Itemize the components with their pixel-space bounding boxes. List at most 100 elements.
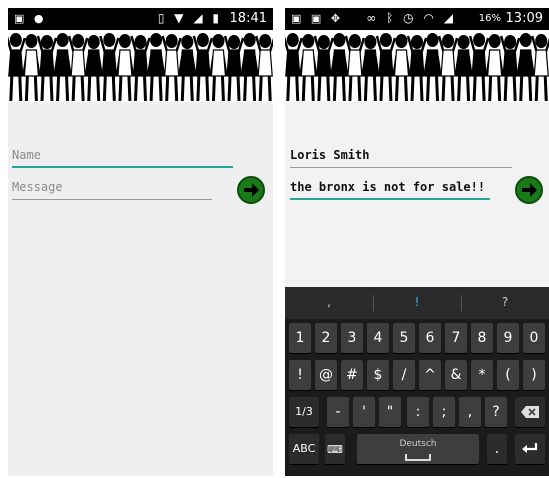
- crowd-figure: [146, 33, 166, 102]
- space-key-label: Deutsch: [399, 439, 437, 449]
- key[interactable]: 9: [497, 323, 519, 353]
- key[interactable]: ;: [433, 397, 455, 427]
- crowd-figure: [392, 34, 411, 102]
- crowd-figure: [361, 35, 380, 102]
- key[interactable]: #: [341, 360, 363, 390]
- crowd-banner: [8, 30, 273, 102]
- bluetooth-icon: ᛒ: [386, 11, 394, 25]
- keyboard-row-bottom: ABC ⌨ Deutsch .: [289, 434, 545, 464]
- key[interactable]: ,: [459, 397, 481, 427]
- vibrate-icon: ∞: [366, 11, 377, 25]
- crowd-figure: [130, 35, 151, 102]
- key[interactable]: 1: [289, 323, 311, 353]
- crowd-figure: [240, 33, 259, 102]
- crowd-figure: [375, 33, 397, 102]
- name-placeholder: Name: [12, 148, 41, 162]
- key[interactable]: ^: [419, 360, 441, 390]
- crowd-figure: [500, 35, 521, 102]
- key[interactable]: /: [393, 360, 415, 390]
- key[interactable]: 8: [471, 323, 493, 353]
- status-bar: ▣ ● ▯ ▼ ◢ ▮ 18:41: [8, 8, 273, 30]
- key[interactable]: 7: [445, 323, 467, 353]
- key[interactable]: -: [327, 397, 349, 427]
- crowd-figure: [115, 34, 135, 102]
- message-underline: [12, 199, 212, 200]
- key-abc[interactable]: ABC: [289, 434, 319, 464]
- status-right-icons: ∞ ᛒ ◷ ◠ ◢: [366, 11, 459, 25]
- enter-key[interactable]: [515, 434, 545, 464]
- crowd-figure: [285, 33, 303, 102]
- android-icon: ●: [33, 12, 44, 25]
- key[interactable]: 6: [419, 323, 441, 353]
- dropbox-icon: ✥: [330, 12, 341, 25]
- crowd-figure: [209, 34, 228, 102]
- message-field[interactable]: Message: [12, 180, 212, 200]
- key[interactable]: !: [289, 360, 311, 390]
- phone-screen-empty: ▣ ● ▯ ▼ ◢ ▮ 18:41 Name Message: [8, 8, 273, 476]
- crowd-figure: [454, 35, 473, 102]
- key[interactable]: ): [523, 360, 545, 390]
- crowd-figure: [8, 33, 26, 102]
- crowd-figure: [36, 35, 58, 102]
- backspace-key[interactable]: [515, 397, 545, 427]
- key-page-toggle[interactable]: 1/3: [289, 397, 319, 427]
- key[interactable]: ?: [485, 397, 507, 427]
- crowd-figure: [468, 33, 490, 102]
- key[interactable]: 4: [367, 323, 389, 353]
- crowd-figure: [423, 33, 442, 102]
- message-field[interactable]: the bronx is not for sale!!: [290, 180, 490, 200]
- keyboard-row-numbers: 1 2 3 4 5 6 7 8 9 0: [289, 323, 545, 353]
- emoji-key[interactable]: ⌨: [325, 434, 345, 464]
- key[interactable]: ": [379, 397, 401, 427]
- name-field[interactable]: Name: [12, 148, 233, 168]
- key[interactable]: 2: [315, 323, 337, 353]
- image-icon: ▣: [291, 12, 302, 25]
- key[interactable]: 5: [393, 323, 415, 353]
- soft-keyboard: , ! ? 1 2 3 4 5 6 7 8 9 0 ! @ # $ / ^ & …: [285, 287, 549, 476]
- message-placeholder: Message: [12, 180, 63, 194]
- crowd-figure: [67, 34, 89, 102]
- send-button[interactable]: [237, 176, 265, 204]
- crowd-figure: [313, 35, 334, 102]
- image-icon: ▣: [14, 12, 25, 25]
- key[interactable]: ': [353, 397, 375, 427]
- status-left-icons: ▣ ●: [14, 12, 50, 25]
- image-icon: ▣: [310, 12, 322, 25]
- key[interactable]: :: [407, 397, 429, 427]
- crowd-figure: [437, 34, 459, 102]
- key[interactable]: (: [497, 360, 519, 390]
- key-period[interactable]: .: [487, 434, 507, 464]
- crowd-figure: [53, 33, 72, 102]
- status-bar: ▣ ▣ ✥ ∞ ᛒ ◷ ◠ ◢ 16% 13:09: [285, 8, 549, 30]
- vibrate-icon: ▯: [157, 11, 165, 25]
- key[interactable]: &: [445, 360, 467, 390]
- crowd-figure: [192, 33, 213, 102]
- status-right-icons: ▯ ▼ ◢ ▮: [158, 11, 225, 25]
- key[interactable]: 3: [341, 323, 363, 353]
- suggestion-3[interactable]: ?: [461, 295, 549, 309]
- crowd-figure: [406, 35, 428, 102]
- crowd-figure: [178, 35, 197, 102]
- send-button[interactable]: [515, 176, 543, 204]
- keyboard-row-symbols: ! @ # $ / ^ & * ( ): [289, 360, 545, 390]
- key[interactable]: $: [367, 360, 389, 390]
- status-time: 13:09: [505, 11, 543, 26]
- suggestion-1[interactable]: ,: [285, 295, 373, 309]
- key[interactable]: *: [471, 360, 493, 390]
- name-underline: [12, 166, 233, 168]
- crowd-figure: [299, 34, 318, 102]
- name-underline: [290, 167, 512, 168]
- battery-percent: 16%: [478, 13, 501, 24]
- battery-icon: ▮: [212, 11, 219, 25]
- key[interactable]: @: [315, 360, 337, 390]
- message-value: the bronx is not for sale!!: [290, 180, 486, 194]
- suggestion-2[interactable]: !: [373, 295, 461, 309]
- crowd-figure: [330, 33, 349, 102]
- keyboard-row-punctuation: 1/3 - ' " : ; , ?: [289, 397, 545, 427]
- space-key[interactable]: Deutsch: [357, 434, 479, 464]
- crowd-figure: [531, 34, 549, 102]
- key[interactable]: 0: [523, 323, 545, 353]
- crowd-figure: [255, 34, 273, 102]
- name-field[interactable]: Loris Smith: [290, 148, 512, 168]
- crowd-figure: [161, 34, 182, 102]
